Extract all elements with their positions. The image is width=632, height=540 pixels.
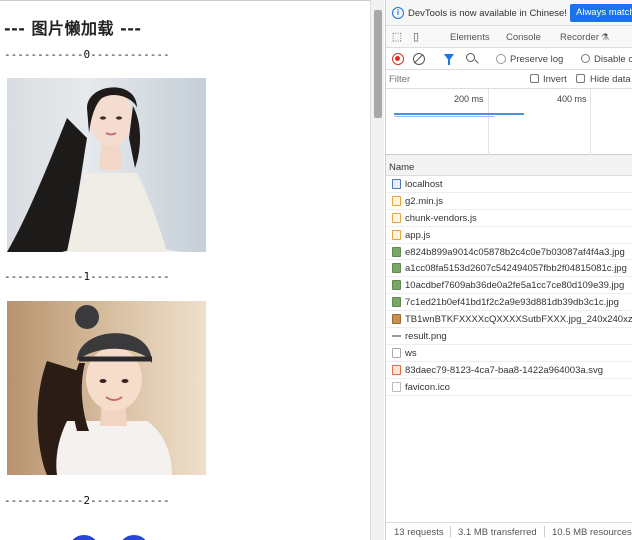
info-icon: i: [392, 7, 404, 19]
request-name: 10acdbef7609ab36de0a2fe5a1cc7ce80d109e39…: [405, 280, 625, 292]
request-count: 13 requests: [394, 527, 444, 538]
separator-1: ------------1------------: [4, 270, 170, 283]
preserve-log-label: Preserve log: [510, 54, 564, 65]
image-file-icon: [392, 263, 401, 274]
lazy-image-2: [7, 531, 206, 540]
request-row[interactable]: a1cc08fa5153d2607c542494057fbb2f04815081…: [386, 260, 632, 278]
network-status-bar: 13 requests 3.1 MB transferred 10.5 MB r…: [386, 522, 632, 540]
image-file-icon: [392, 280, 401, 291]
filter-input[interactable]: [389, 72, 519, 86]
timeline-tick-400ms: 400 ms: [557, 94, 587, 104]
image-file-icon: [392, 297, 401, 308]
request-row[interactable]: chunk-vendors.js: [386, 210, 632, 227]
status-separator: [544, 526, 545, 537]
network-toolbar: Preserve log Disable c: [386, 48, 632, 70]
invert-label: Invert: [543, 74, 567, 85]
page-scrollbar-thumb[interactable]: [374, 10, 382, 118]
filter-icon[interactable]: [444, 54, 454, 65]
script-icon: [392, 229, 401, 240]
separator-2: ------------2------------: [4, 494, 170, 507]
tab-console[interactable]: Console: [506, 32, 541, 43]
request-name: chunk-vendors.js: [405, 212, 477, 224]
script-icon: [392, 195, 401, 206]
separator-0: ------------0------------: [4, 48, 170, 61]
hide-data-urls-label: Hide data: [590, 74, 631, 85]
image-file-icon: [392, 314, 401, 325]
websocket-icon: [392, 347, 401, 358]
clear-icon[interactable]: [413, 53, 425, 65]
request-row[interactable]: favicon.ico: [386, 379, 632, 396]
timeline-gridline: [488, 89, 489, 155]
infobar-message: DevTools is now available in Chinese!: [408, 8, 567, 19]
timeline-tick-200ms: 200 ms: [454, 94, 484, 104]
recorder-flask-icon: ⚗: [600, 32, 610, 42]
page-scrollbar[interactable]: [370, 0, 384, 540]
transferred-size: 3.1 MB transferred: [458, 527, 537, 538]
request-row[interactable]: 83daec79-8123-4ca7-baa8-1422a964003a.svg: [386, 362, 632, 379]
script-icon: [392, 212, 401, 223]
hide-data-urls-checkbox[interactable]: [576, 74, 585, 83]
timeline-gridline: [590, 89, 591, 155]
request-name: g2.min.js: [405, 195, 444, 207]
request-row[interactable]: 10acdbef7609ab36de0a2fe5a1cc7ce80d109e39…: [386, 277, 632, 295]
request-row[interactable]: 7c1ed21b0ef41bd1f2c2a9e93d881db39db3c1c.…: [386, 294, 632, 312]
column-name-header[interactable]: Name: [389, 162, 414, 173]
request-list: localhost g2.min.js chunk-vendors.js app.js…: [386, 176, 632, 396]
request-name: TB1wnBTKFXXXXcQXXXXSutbFXXX.jpg_240x240x…: [405, 314, 632, 326]
filter-bar: Invert Hide data: [386, 70, 632, 89]
request-row[interactable]: ws: [386, 345, 632, 362]
disable-cache-label: Disable c: [594, 54, 632, 65]
request-row[interactable]: result.png: [386, 328, 632, 345]
status-separator: [450, 526, 451, 537]
request-row[interactable]: localhost: [386, 176, 632, 193]
network-overview-timeline[interactable]: 200 ms 400 ms: [386, 89, 632, 155]
image-file-icon: [392, 246, 401, 257]
lazy-image-0: [7, 78, 206, 252]
fetch-icon: [392, 331, 401, 341]
request-row[interactable]: e824b899a9014c05878b2c4c0e7b03087af4f4a3…: [386, 244, 632, 261]
tab-recorder[interactable]: Recorder: [560, 32, 599, 43]
request-row[interactable]: TB1wnBTKFXXXXcQXXXXSutbFXXX.jpg_240x240x…: [386, 311, 632, 329]
lazy-image-1: [7, 301, 206, 475]
request-name: ws: [405, 347, 417, 359]
timeline-waterfall-bar: [394, 113, 524, 115]
request-name: e824b899a9014c05878b2c4c0e7b03087af4f4a3…: [405, 246, 625, 258]
devtools-panel: i DevTools is now available in Chinese! …: [385, 0, 632, 540]
disable-cache-checkbox[interactable]: [581, 54, 590, 63]
device-toolbar-icon[interactable]: ▯: [410, 31, 422, 43]
request-name: 7c1ed21b0ef41bd1f2c2a9e93d881db39db3c1c.…: [405, 297, 619, 309]
svg-file-icon: [392, 364, 401, 375]
devtools-infobar: i DevTools is now available in Chinese! …: [386, 0, 632, 26]
request-row[interactable]: app.js: [386, 227, 632, 244]
request-name: localhost: [405, 179, 443, 190]
request-table-header: Name: [386, 158, 632, 176]
record-icon[interactable]: [392, 53, 404, 65]
request-name: result.png: [405, 331, 447, 343]
loading-placeholder-icon: [72, 535, 146, 540]
portrait-woman-knit-hat: [37, 305, 172, 475]
request-name: favicon.ico: [405, 381, 450, 393]
request-name: app.js: [405, 229, 431, 241]
favicon-file-icon: [392, 381, 401, 392]
web-page: --- 图片懒加载 --- ------------0------------ …: [0, 0, 370, 540]
request-name: 83daec79-8123-4ca7-baa8-1422a964003a.svg: [405, 364, 604, 376]
always-match-button[interactable]: Always match: [570, 4, 632, 22]
portrait-woman-long-hair: [7, 87, 182, 252]
preserve-log-checkbox[interactable]: [496, 54, 506, 64]
timeline-waterfall-bar: [394, 116, 494, 117]
tab-elements[interactable]: Elements: [450, 32, 490, 43]
devtools-tabbar: ⬚ ▯ Elements Console Recorder ⚗: [386, 26, 632, 48]
search-icon[interactable]: [466, 53, 475, 62]
request-name: a1cc08fa5153d2607c542494057fbb2f04815081…: [405, 263, 627, 275]
resources-size: 10.5 MB resources: [552, 527, 632, 538]
invert-checkbox[interactable]: [530, 74, 539, 83]
page-title: --- 图片懒加载 ---: [4, 19, 142, 38]
document-icon: [392, 179, 401, 189]
inspect-element-icon[interactable]: ⬚: [391, 31, 403, 43]
request-row[interactable]: g2.min.js: [386, 193, 632, 210]
